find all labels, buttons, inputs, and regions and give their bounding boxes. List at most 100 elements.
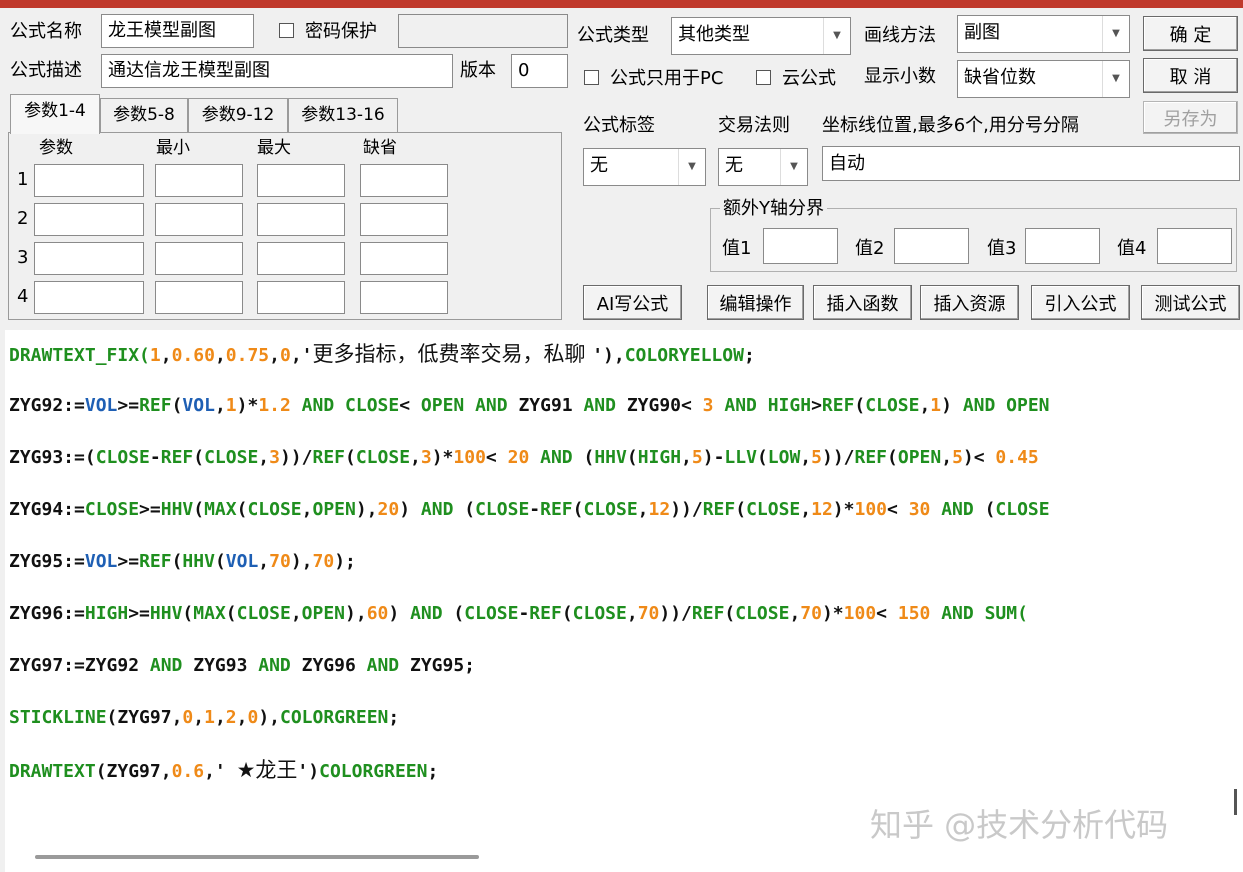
param-2-name[interactable] [34, 203, 144, 236]
code-token: REF [821, 395, 855, 416]
code-token: ( [236, 499, 248, 520]
horizontal-scrollbar[interactable] [35, 855, 479, 859]
decimal-label: 显示小数 [864, 66, 936, 87]
trade-rule-select[interactable]: 无 ▼ [718, 148, 808, 186]
draw-method-label: 画线方法 [864, 25, 936, 46]
code-token: 2 [225, 707, 237, 728]
code-token: ') [297, 761, 320, 782]
param-3-name[interactable] [34, 242, 144, 275]
code-token: ), [290, 551, 313, 572]
tab-params-1-4[interactable]: 参数1-4 [10, 94, 100, 134]
formula-name-label: 公式名称 [10, 21, 82, 42]
code-token: ( [225, 603, 237, 624]
code-token: ( [171, 551, 183, 572]
insert-resource-button[interactable]: 插入资源 [920, 285, 1019, 320]
tab-params-9-12[interactable]: 参数9-12 [188, 98, 288, 132]
ok-button[interactable]: 确 定 [1143, 16, 1238, 51]
code-token: ), [355, 499, 378, 520]
param-2-max[interactable] [257, 203, 345, 236]
code-token: (ZYG97, [106, 707, 183, 728]
code-token: )* [431, 447, 454, 468]
param-4-max[interactable] [257, 281, 345, 314]
password-checkbox[interactable] [279, 23, 294, 38]
formula-type-select[interactable]: 其他类型 ▼ [671, 17, 851, 55]
y-value-4-input[interactable] [1157, 228, 1232, 264]
code-token: SUM( [984, 603, 1028, 624]
param-1-default[interactable] [360, 164, 448, 197]
y-value-1-input[interactable] [763, 228, 838, 264]
cancel-button[interactable]: 取 消 [1143, 58, 1238, 93]
code-token: CLOSE [236, 603, 291, 624]
param-1-min[interactable] [155, 164, 243, 197]
code-token: < [399, 395, 421, 416]
formula-name-input[interactable]: 龙王模型副图 [101, 14, 254, 48]
code-token: ( [214, 551, 226, 572]
save-as-button[interactable]: 另存为 [1143, 101, 1238, 134]
code-line[interactable]: ZYG96:=HIGH>=HHV(MAX(CLOSE,OPEN),60) AND… [9, 602, 1028, 626]
param-2-min[interactable] [155, 203, 243, 236]
code-token: REF [702, 499, 736, 520]
code-token: REF [529, 603, 562, 624]
pc-only-checkbox[interactable] [584, 70, 599, 85]
param-4-min[interactable] [155, 281, 243, 314]
param-1-name[interactable] [34, 164, 144, 197]
code-line[interactable]: ZYG95:=VOL>=REF(HHV(VOL,70),70); [9, 550, 356, 574]
decimal-value: 缺省位数 [964, 67, 1036, 88]
param-3-default[interactable] [360, 242, 448, 275]
code-line[interactable]: ZYG93:=(CLOSE-REF(CLOSE,3))/REF(CLOSE,3)… [9, 446, 1039, 470]
code-token: REF [139, 551, 172, 572]
param-4-default[interactable] [360, 281, 448, 314]
code-token: 1.2 [258, 395, 291, 416]
code-token: , [800, 447, 812, 468]
param-2-default[interactable] [360, 203, 448, 236]
param-3-min[interactable] [155, 242, 243, 275]
formula-tag-label: 公式标签 [583, 115, 655, 136]
draw-method-select[interactable]: 副图 ▼ [957, 15, 1130, 53]
code-token: REF [854, 447, 888, 468]
ai-write-formula-button[interactable]: AI写公式 [583, 285, 682, 320]
code-token: STICKLINE [9, 707, 107, 728]
code-token: ))/ [659, 603, 692, 624]
edit-operation-button[interactable]: 编辑操作 [707, 285, 804, 320]
param-4-name[interactable] [34, 281, 144, 314]
code-token: 5 [952, 447, 963, 468]
formula-tag-select[interactable]: 无 ▼ [583, 148, 706, 186]
code-token: 更多指标，低费率交易，私聊 [312, 342, 593, 366]
code-line[interactable]: STICKLINE(ZYG97,0,1,2,0),COLORGREEN; [9, 706, 399, 730]
code-token: AND [930, 499, 985, 520]
chevron-down-icon: ▼ [678, 149, 705, 185]
code-token: DRAWTEXT_FIX( [9, 345, 150, 366]
tab-params-13-16[interactable]: 参数13-16 [288, 98, 398, 132]
param-3-max[interactable] [257, 242, 345, 275]
version-input[interactable]: 0 [511, 54, 568, 88]
y-value-2-input[interactable] [894, 228, 969, 264]
code-line[interactable]: ZYG97:=ZYG92 AND ZYG93 AND ZYG96 AND ZYG… [9, 654, 475, 678]
insert-function-button[interactable]: 插入函数 [813, 285, 912, 320]
code-token: COLORGREEN [280, 707, 389, 728]
code-token: VOL [225, 551, 259, 572]
code-token: ,' [204, 761, 237, 782]
decimal-select[interactable]: 缺省位数 ▼ [957, 60, 1130, 98]
code-token: , [626, 603, 638, 624]
y-value-3-input[interactable] [1025, 228, 1100, 264]
code-token: REF [139, 395, 172, 416]
param-1-max[interactable] [257, 164, 345, 197]
code-token: AND [399, 603, 454, 624]
code-line[interactable]: ZYG94:=CLOSE>=HHV(MAX(CLOSE,OPEN),20) AN… [9, 498, 1050, 522]
tab-params-5-8[interactable]: 参数5-8 [100, 98, 188, 132]
y-value-1-label: 值1 [722, 238, 752, 259]
code-token: , [269, 345, 280, 366]
code-line[interactable]: ZYG92:=VOL>=REF(VOL,1)*1.2 AND CLOSE< OP… [9, 394, 1050, 418]
code-token: AND [529, 447, 584, 468]
code-line[interactable]: DRAWTEXT_FIX(1,0.60,0.75,0,'更多指标，低费率交易，私… [9, 342, 755, 368]
coord-line-input[interactable]: 自动 [822, 146, 1240, 181]
vertical-scrollbar[interactable] [1234, 789, 1237, 815]
code-token: 150 [897, 603, 931, 624]
cloud-checkbox[interactable] [756, 70, 771, 85]
import-formula-button[interactable]: 引入公式 [1031, 285, 1130, 320]
code-line[interactable]: DRAWTEXT(ZYG97,0.6,' ★龙王')COLORGREEN; [9, 758, 438, 784]
formula-desc-input[interactable]: 通达信龙王模型副图 [101, 54, 453, 88]
code-token: CLOSE [865, 395, 920, 416]
test-formula-button[interactable]: 测试公式 [1141, 285, 1240, 320]
coord-line-label: 坐标线位置,最多6个,用分号分隔 [822, 115, 1079, 136]
